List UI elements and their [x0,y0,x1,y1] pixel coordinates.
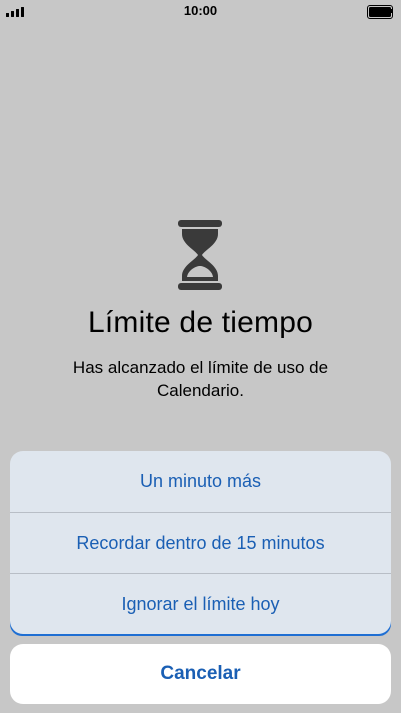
one-more-minute-button[interactable]: Un minuto más [10,451,391,512]
remind-in-15-minutes-button[interactable]: Recordar dentro de 15 minutos [10,512,391,574]
page-title: Límite de tiempo [88,306,313,339]
status-bar: 10:00 [0,0,401,22]
limit-message: Has alcanzado el límite de uso de Calend… [72,358,329,400]
screen-time-limit-screen: 10:00 Límite de tiempo Has alcanzado el … [0,0,401,713]
battery-icon [367,5,393,19]
ignore-limit-today-button[interactable]: Ignorar el límite hoy [10,573,391,634]
status-time: 10:00 [183,3,218,18]
action-sheet: Un minuto más Recordar dentro de 15 minu… [10,451,391,634]
cancel-button[interactable]: Cancelar [10,644,391,704]
battery-fill [369,7,391,17]
hourglass-icon [178,220,222,290]
